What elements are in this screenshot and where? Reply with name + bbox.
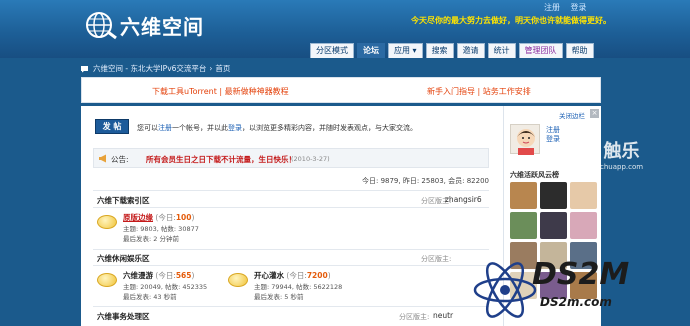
new-post-button[interactable]: 发 帖: [95, 119, 129, 134]
forum-bubble-icon: [97, 273, 117, 287]
moderator-label: 分区版主:: [399, 313, 430, 321]
default-avatar-icon: [517, 129, 535, 155]
announcement-bar: 公告: 所有会员生日之日下载不计流量，生日快乐！ (2010-3-27): [93, 148, 489, 168]
divider: [93, 190, 489, 191]
user-avatar[interactable]: [510, 182, 537, 209]
forum-stats: 今日: 9879, 昨日: 25803, 会员: 82200: [361, 177, 489, 185]
watermark-chuapp-url: chuapp.com: [600, 163, 644, 171]
forum-bubble-icon: [228, 273, 248, 287]
ad-link-newbie-guide[interactable]: 新手入门指导 | 站务工作安排: [427, 86, 531, 97]
slogan: 今天尽你的最大努力去做好，明天你也许就能做得更好。: [411, 16, 611, 25]
breadcrumb-current[interactable]: 首页: [215, 63, 230, 74]
close-sidebar-link[interactable]: 关闭边栏: [559, 110, 585, 120]
forum-today-count: 565: [175, 271, 192, 280]
announcement-date: (2010-3-27): [291, 155, 330, 163]
atom-logo-icon: [473, 262, 537, 318]
login-link[interactable]: 登录: [571, 3, 587, 12]
intro-text: 您可以注册一个帐号，并以此登录，以浏览更多精彩内容，并随时发表观点，与大家交流。: [137, 123, 417, 133]
forum-last-post: 最后发表: 5 秒前: [254, 293, 304, 301]
moderator-name[interactable]: neutr: [433, 311, 453, 320]
site-header: 六维空间 注册 登录 今天尽你的最大努力去做好，明天你也许就能做得更好。 分区模…: [0, 0, 690, 60]
tab-apps[interactable]: 应用 ▾: [388, 43, 423, 58]
forum-today-close: ): [191, 271, 195, 280]
section-title-leisure[interactable]: 六维休闲娱乐区: [97, 253, 150, 264]
forum-name[interactable]: 开心灌水: [254, 271, 284, 280]
user-avatar[interactable]: [570, 182, 597, 209]
active-users-title: 六维活跃风云榜: [510, 171, 559, 179]
user-avatar[interactable]: [570, 212, 597, 239]
forum-today-label: (今日:: [155, 271, 176, 280]
site-logo[interactable]: 六维空间: [84, 10, 204, 40]
divider: [93, 306, 489, 307]
tab-invite[interactable]: 邀请: [456, 43, 485, 58]
sidebar-login-link[interactable]: 登录: [546, 135, 560, 144]
close-icon[interactable]: ×: [590, 109, 599, 118]
tab-search[interactable]: 搜索: [425, 43, 454, 58]
globe-icon: [86, 12, 117, 40]
ds2m-watermark: DS2M DS2m.com: [470, 255, 690, 326]
forum-title: 开心灌水 (今日:7200): [254, 270, 331, 281]
tab-stats[interactable]: 统计: [487, 43, 516, 58]
forum-today-close: ): [191, 213, 195, 222]
breadcrumb-separator: ›: [209, 64, 213, 73]
ad-link-utorrent[interactable]: 下载工具uTorrent | 最新做种神器教程: [152, 86, 289, 97]
tab-admin-team[interactable]: 管理团队: [518, 43, 563, 58]
breadcrumb-home[interactable]: 六维空间 - 东北大学IPv6交流平台: [93, 63, 206, 74]
forum-title: 原版边缘 (今日:100): [123, 212, 194, 223]
forum-last-post: 最后发表: 43 秒前: [123, 293, 177, 301]
user-avatar[interactable]: [540, 182, 567, 209]
breadcrumb: 六维空间 - 东北大学IPv6交流平台 › 首页: [80, 63, 230, 74]
watermark-ds2m-url: DS2m.com: [540, 295, 612, 309]
user-avatar[interactable]: [540, 212, 567, 239]
forum-meta: 主题: 79944, 帖数: 5622128: [254, 283, 343, 291]
moderator-name[interactable]: zhangsir6: [445, 195, 482, 204]
intro-before: 您可以: [137, 124, 158, 132]
register-link[interactable]: 注册: [544, 3, 560, 12]
chuapp-watermark: 触乐 chuapp.com: [600, 137, 643, 171]
forum-name[interactable]: 六维漫游: [123, 271, 153, 280]
divider: [93, 207, 489, 208]
megaphone-icon: [99, 154, 106, 163]
forum-today-label: (今日:: [155, 213, 176, 222]
tab-zone-mode[interactable]: 分区模式: [310, 43, 354, 58]
sidebar-links: 注册 登录: [546, 126, 560, 144]
forum-bubble-icon: [97, 215, 117, 229]
tab-forum[interactable]: 论坛: [357, 43, 385, 58]
site-name: 六维空间: [120, 14, 204, 39]
forum-meta: 主题: 20049, 帖数: 452335: [123, 283, 208, 291]
forum-today-count: 7200: [306, 271, 328, 280]
top-links: 注册 登录: [540, 2, 591, 13]
nav-tabs: 分区模式 论坛 应用 ▾ 搜索 邀请 统计 管理团队 帮助: [310, 43, 597, 58]
moderator-label: 分区版主:: [421, 255, 452, 263]
chat-icon: [81, 65, 88, 72]
section-title-affairs[interactable]: 六维事务处理区: [97, 311, 150, 322]
divider: [93, 265, 489, 266]
forum-today-close: ): [327, 271, 331, 280]
forum-today-label: (今日:: [286, 271, 307, 280]
forum-today-count: 100: [175, 213, 192, 222]
avatar: [510, 124, 540, 155]
forum-title: 六维漫游 (今日:565): [123, 270, 194, 281]
ad-bar: 下载工具uTorrent | 最新做种神器教程 新手入门指导 | 站务工作安排: [81, 77, 601, 103]
user-avatar[interactable]: [510, 212, 537, 239]
intro-register-link[interactable]: 注册: [158, 124, 172, 132]
watermark-ds2m-logo: DS2M: [532, 257, 630, 292]
watermark-chuapp-logo: 触乐: [603, 141, 640, 162]
announcement-label: 公告:: [111, 155, 129, 164]
announcement-link[interactable]: 所有会员生日之日下载不计流量，生日快乐！: [146, 154, 296, 165]
sidebar-register-link[interactable]: 注册: [546, 126, 560, 135]
forum-last-post: 最后发表: 2 分钟前: [123, 235, 179, 243]
forum-name[interactable]: 原版边缘: [123, 213, 153, 222]
section-title-download[interactable]: 六维下载索引区: [97, 195, 150, 206]
forum-meta: 主题: 9803, 帖数: 30877: [123, 225, 199, 233]
intro-middle: 一个帐号，并以此: [172, 124, 228, 132]
intro-login-link[interactable]: 登录: [228, 124, 242, 132]
tab-help[interactable]: 帮助: [565, 43, 594, 58]
intro-after: ，以浏览更多精彩内容，并随时发表观点，与大家交流。: [242, 124, 417, 132]
divider: [93, 249, 489, 250]
